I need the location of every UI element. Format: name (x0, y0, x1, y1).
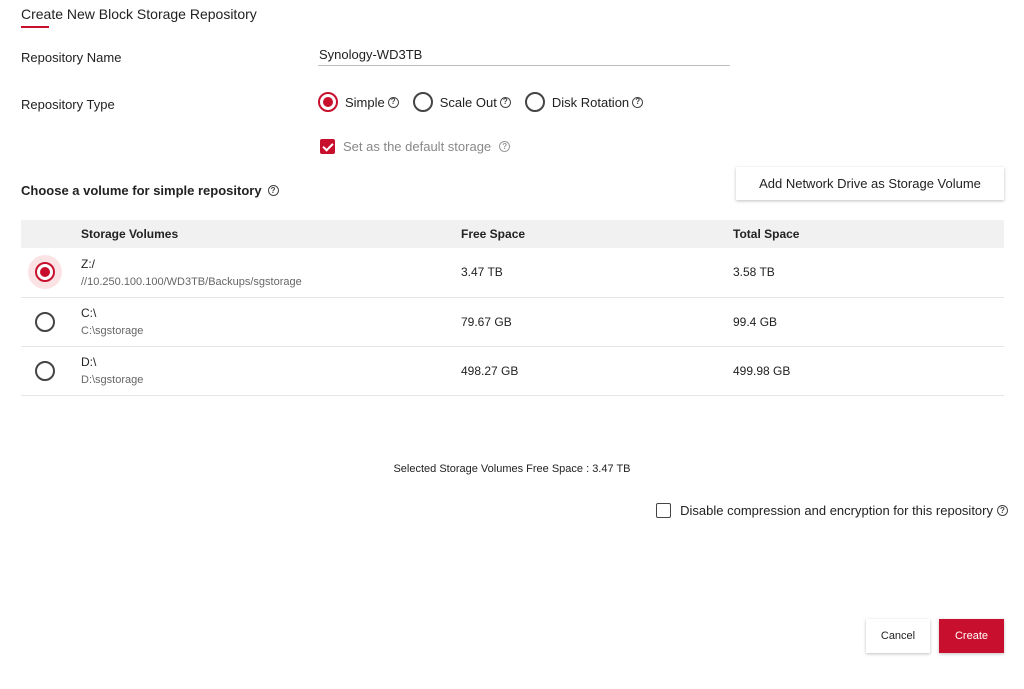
cancel-button[interactable]: Cancel (866, 619, 930, 653)
volume-cell: D:\ D:\sgstorage (69, 346, 449, 396)
free-space-cell: 3.47 TB (449, 248, 721, 298)
add-network-drive-button[interactable]: Add Network Drive as Storage Volume (736, 167, 1004, 200)
disable-compression-checkbox[interactable] (656, 503, 672, 518)
volume-path: //10.250.100.100/WD3TB/Backups/sgstorage (81, 275, 302, 288)
free-space-cell: 79.67 GB (449, 297, 721, 347)
column-header-total-space: Total Space (721, 220, 1004, 248)
default-storage-checkbox[interactable] (320, 139, 335, 154)
repo-type-simple-label: Simple (345, 94, 385, 110)
volume-path: C:\sgstorage (81, 325, 144, 337)
free-space-cell: 498.27 GB (449, 346, 721, 396)
default-storage-row[interactable]: Set as the default storage ? (320, 139, 511, 154)
repository-name-label: Repository Name (21, 50, 122, 65)
radio-scale-out[interactable] (412, 92, 433, 112)
help-icon[interactable]: ? (499, 96, 511, 108)
volume-section-title: Choose a volume for simple repository ? (21, 183, 279, 198)
row-radio-c[interactable] (35, 311, 55, 332)
disable-compression-row[interactable]: Disable compression and encryption for t… (656, 503, 1008, 518)
volume-path: D:\sgstorage (81, 374, 144, 386)
repo-type-disk-rotation-option[interactable]: Disk Rotation ? (524, 92, 644, 112)
storage-volumes-table: Storage Volumes Free Space Total Space Z… (21, 220, 1004, 396)
volume-name: Z:/ (81, 256, 95, 271)
table-header-row: Storage Volumes Free Space Total Space (21, 220, 1004, 248)
help-icon[interactable]: ? (499, 141, 511, 152)
table-row[interactable]: C:\ C:\sgstorage 79.67 GB 99.4 GB (21, 297, 1004, 347)
repo-type-scale-out-label: Scale Out (439, 94, 497, 110)
row-radio-z[interactable] (35, 262, 55, 283)
column-header-free-space: Free Space (449, 220, 721, 248)
title-underline (21, 26, 49, 28)
volume-name: C:\ (81, 306, 97, 320)
total-space-cell: 499.98 GB (721, 346, 1004, 396)
table-row[interactable]: D:\ D:\sgstorage 498.27 GB 499.98 GB (21, 346, 1004, 396)
total-space-cell: 3.58 TB (721, 248, 1004, 298)
total-space-cell: 99.4 GB (721, 297, 1004, 347)
repository-name-field-wrap (318, 44, 730, 66)
repo-type-simple-option[interactable]: Simple ? (318, 92, 399, 112)
volume-cell: Z:/ //10.250.100.100/WD3TB/Backups/sgsto… (69, 248, 449, 298)
volume-section-title-text: Choose a volume for simple repository (21, 183, 262, 198)
column-header-storage-volumes: Storage Volumes (69, 220, 449, 248)
default-storage-label: Set as the default storage (343, 139, 492, 154)
free-space-summary: Selected Storage Volumes Free Space : 3.… (393, 463, 631, 475)
row-select-cell (21, 297, 69, 347)
repo-type-disk-rotation-label: Disk Rotation (551, 94, 630, 110)
help-icon[interactable]: ? (387, 96, 399, 108)
row-select-cell (21, 346, 69, 396)
repository-type-radio-group: Simple ? Scale Out ? Disk Rotation ? (318, 91, 657, 113)
row-select-cell (21, 248, 69, 298)
repository-name-input[interactable] (318, 44, 730, 64)
radio-simple[interactable] (318, 92, 338, 112)
repository-type-label: Repository Type (21, 97, 115, 112)
help-icon[interactable]: ? (267, 185, 279, 196)
table-row[interactable]: Z:/ //10.250.100.100/WD3TB/Backups/sgsto… (21, 248, 1004, 298)
create-button[interactable]: Create (939, 619, 1004, 653)
help-icon[interactable]: ? (997, 505, 1008, 516)
help-icon[interactable]: ? (632, 96, 644, 108)
select-column-header (21, 220, 69, 248)
volume-name: D:\ (81, 355, 97, 369)
page-title: Create New Block Storage Repository (21, 6, 257, 22)
radio-disk-rotation[interactable] (524, 92, 545, 112)
row-radio-d[interactable] (35, 360, 55, 381)
disable-compression-label: Disable compression and encryption for t… (680, 503, 993, 518)
volume-cell: C:\ C:\sgstorage (69, 297, 449, 347)
repo-type-scale-out-option[interactable]: Scale Out ? (412, 92, 511, 112)
